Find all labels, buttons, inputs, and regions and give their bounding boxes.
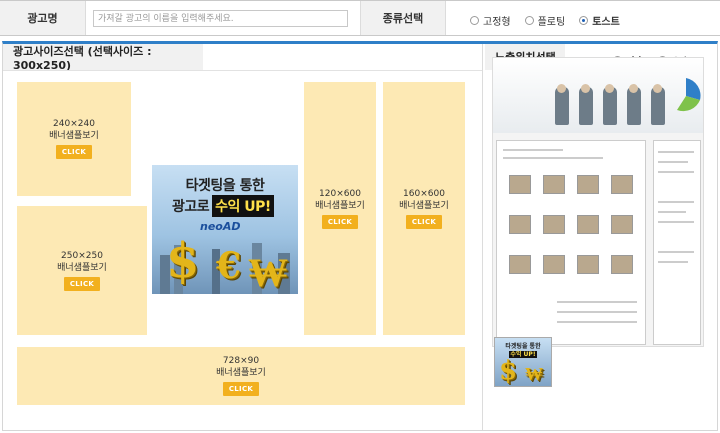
type-label: 종류선택 — [360, 1, 446, 35]
banner-sample-label: 배너샘플보기 — [49, 131, 99, 141]
preview-toast-ad: 타겟팅을 통한 수익 UP! $ ₩ — [494, 337, 552, 387]
won-sign-icon: ₩ — [248, 249, 288, 294]
type-radio-toast[interactable]: 토스트 — [579, 13, 620, 28]
ad-settings-bar: 광고명 종류선택 고정형 플로팅 토스트 — [0, 0, 720, 36]
euro-sign-icon: € — [216, 245, 242, 287]
dollar-sign-icon: $ — [166, 233, 200, 289]
banner-tile-160x600[interactable]: 160×600 배너샘플보기 CLICK — [383, 82, 465, 335]
banner-tile-120x600[interactable]: 120×600 배너샘플보기 CLICK — [304, 82, 376, 335]
banner-tile-240x240[interactable]: 240×240 배너샘플보기 CLICK — [17, 82, 131, 196]
click-button[interactable]: CLICK — [63, 276, 101, 291]
selected-ad-preview-300x250[interactable]: 타겟팅을 통한 광고로 수익 UP! neoAD $ € ₩ — [152, 165, 298, 294]
banner-sample-label: 배너샘플보기 — [57, 262, 107, 273]
pie-chart-icon — [677, 78, 701, 112]
banner-tile-250x250[interactable]: 250×250 배너샘플보기 CLICK — [17, 206, 147, 335]
ad-name-label: 광고명 — [0, 1, 86, 35]
placement-preview — [492, 57, 704, 347]
ad-subheadline: 광고로 수익 UP! — [172, 195, 274, 217]
banner-size: 120×600 — [319, 188, 361, 199]
radio-icon — [524, 16, 534, 25]
banner-size: 728×90 — [222, 356, 260, 366]
click-button[interactable]: CLICK — [222, 382, 260, 396]
banner-sample-label: 배너샘플보기 — [315, 200, 365, 211]
preview-page-content — [496, 140, 646, 345]
dollar-sign-icon: $ — [499, 356, 518, 386]
radio-selected-icon — [579, 16, 589, 25]
click-button[interactable]: CLICK — [321, 214, 359, 229]
panel-divider — [482, 44, 483, 430]
ad-headline: 타겟팅을 통한 — [185, 178, 265, 194]
banner-size: 240×240 — [53, 119, 95, 129]
won-sign-icon: ₩ — [525, 364, 543, 385]
type-radio-group: 고정형 플로팅 토스트 — [470, 13, 620, 28]
banner-sample-label: 배너샘플보기 — [216, 368, 266, 378]
type-radio-fixed[interactable]: 고정형 — [470, 13, 511, 28]
banner-size: 250×250 — [61, 250, 103, 261]
banner-tile-728x90[interactable]: 728×90 배너샘플보기 CLICK — [17, 347, 465, 405]
radio-icon — [470, 16, 479, 25]
neoad-logo: neoAD — [200, 220, 241, 233]
click-button[interactable]: CLICK — [405, 214, 443, 229]
banner-size: 160×600 — [403, 188, 445, 199]
size-section-title: 광고사이즈선택 (선택사이즈 : 300x250) — [3, 44, 203, 72]
ad-name-input[interactable] — [93, 10, 348, 27]
preview-hero-illustration — [493, 58, 703, 133]
click-button[interactable]: CLICK — [55, 145, 93, 159]
preview-sidebar — [653, 140, 701, 345]
type-radio-floating[interactable]: 플로팅 — [524, 13, 565, 28]
banner-sample-label: 배너샘플보기 — [399, 200, 449, 211]
